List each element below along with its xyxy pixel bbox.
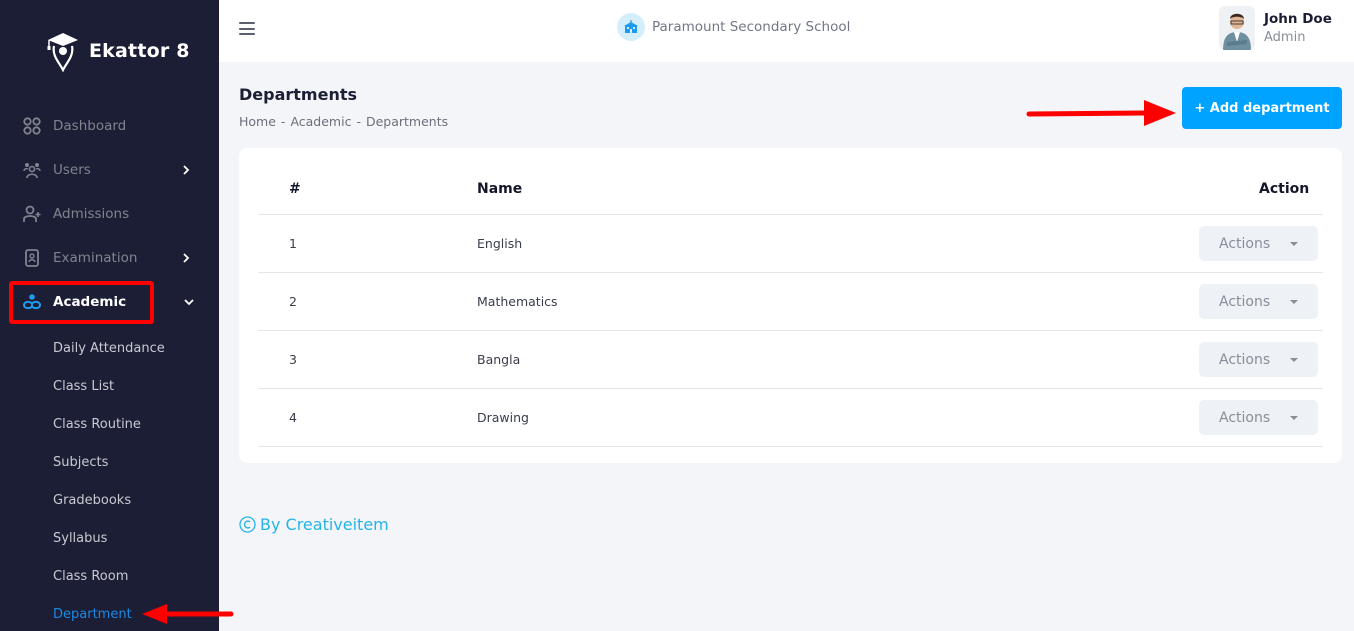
row-number: 2 (289, 294, 297, 309)
breadcrumb-home[interactable]: Home (239, 114, 276, 129)
department-name: Bangla (477, 352, 521, 367)
breadcrumb-separator: - (280, 114, 286, 129)
menu-toggle-icon[interactable] (239, 22, 255, 36)
sidebar-item-examination[interactable]: Examination (0, 236, 219, 280)
caret-down-icon (1290, 358, 1298, 362)
top-bar: Paramount Secondary School John Doe Admi… (219, 0, 1354, 62)
annotation-highlight-box (9, 281, 154, 324)
table-divider (258, 446, 1323, 447)
department-name: English (477, 236, 523, 251)
actions-label: Actions (1219, 235, 1271, 252)
user-menu[interactable]: John Doe Admin (1219, 6, 1332, 50)
chevron-right-icon (183, 165, 190, 175)
annotation-arrow-left-icon (142, 604, 234, 624)
submenu-item-department[interactable]: Department (53, 607, 132, 622)
sidebar: Ekattor 8 Dashboard Users Admissions Exa… (0, 0, 219, 631)
avatar (1219, 6, 1255, 50)
submenu-item-class-routine[interactable]: Class Routine (53, 417, 141, 432)
submenu-item-daily-attendance[interactable]: Daily Attendance (53, 341, 165, 356)
users-icon (23, 163, 41, 179)
footer-credit[interactable]: By Creativeitem (260, 515, 389, 534)
annotation-arrow-right-icon (1026, 100, 1176, 126)
table-row: 1 English Actions (258, 214, 1323, 272)
footer: By Creativeitem (239, 515, 389, 534)
school-icon (617, 13, 645, 41)
sidebar-item-label: Admissions (53, 206, 130, 222)
table-row: 3 Bangla Actions (258, 330, 1323, 388)
chevron-down-icon (184, 299, 194, 306)
sidebar-item-dashboard[interactable]: Dashboard (0, 104, 219, 148)
actions-dropdown-button[interactable]: Actions (1199, 342, 1318, 377)
actions-dropdown-button[interactable]: Actions (1199, 400, 1318, 435)
exam-icon (25, 249, 39, 267)
submenu-item-gradebooks[interactable]: Gradebooks (53, 493, 131, 508)
chevron-right-icon (183, 253, 190, 263)
sidebar-item-users[interactable]: Users (0, 148, 219, 192)
column-header-action: Action (1259, 181, 1310, 197)
column-header-number: # (289, 181, 301, 197)
graduation-pin-logo-icon (47, 33, 78, 72)
actions-dropdown-button[interactable]: Actions (1199, 226, 1318, 261)
caret-down-icon (1290, 300, 1298, 304)
actions-label: Actions (1219, 351, 1271, 368)
sidebar-item-admissions[interactable]: Admissions (0, 192, 219, 236)
breadcrumb-separator: - (356, 114, 361, 129)
brand[interactable]: Ekattor 8 (44, 30, 190, 72)
caret-down-icon (1290, 242, 1298, 246)
sidebar-item-label: Examination (53, 250, 138, 266)
actions-label: Actions (1219, 293, 1271, 310)
submenu-item-syllabus[interactable]: Syllabus (53, 531, 107, 546)
copyright-icon (239, 516, 256, 533)
table-row: 4 Drawing Actions (258, 388, 1323, 446)
add-department-button[interactable]: + Add department (1182, 87, 1342, 129)
page-title: Departments (239, 85, 358, 104)
actions-dropdown-button[interactable]: Actions (1199, 284, 1318, 319)
dashboard-icon (23, 117, 41, 135)
actions-label: Actions (1219, 409, 1271, 426)
departments-table: # Name Action 1 English Actions 2 Mathem… (239, 148, 1342, 463)
user-role: Admin (1264, 30, 1306, 45)
row-number: 3 (289, 352, 297, 367)
sidebar-item-label: Dashboard (53, 118, 127, 134)
table-row: 2 Mathematics Actions (258, 272, 1323, 330)
submenu-item-subjects[interactable]: Subjects (53, 455, 108, 470)
user-plus-icon (23, 205, 41, 222)
user-name: John Doe (1264, 11, 1332, 27)
submenu-item-class-room[interactable]: Class Room (53, 569, 128, 584)
department-name: Drawing (477, 410, 529, 425)
caret-down-icon (1290, 416, 1298, 420)
sidebar-item-label: Users (53, 162, 91, 178)
school-selector[interactable]: Paramount Secondary School (617, 13, 850, 41)
breadcrumb-departments: Departments (365, 114, 449, 129)
breadcrumb-academic[interactable]: Academic (290, 114, 351, 129)
row-number: 4 (289, 410, 297, 425)
column-header-name: Name (477, 181, 523, 197)
breadcrumb: Home - Academic - Departments (239, 114, 448, 129)
department-name: Mathematics (477, 294, 558, 309)
row-number: 1 (289, 236, 297, 251)
school-name: Paramount Secondary School (652, 19, 851, 35)
submenu-item-class-list[interactable]: Class List (53, 379, 114, 394)
brand-name: Ekattor 8 (89, 40, 190, 62)
